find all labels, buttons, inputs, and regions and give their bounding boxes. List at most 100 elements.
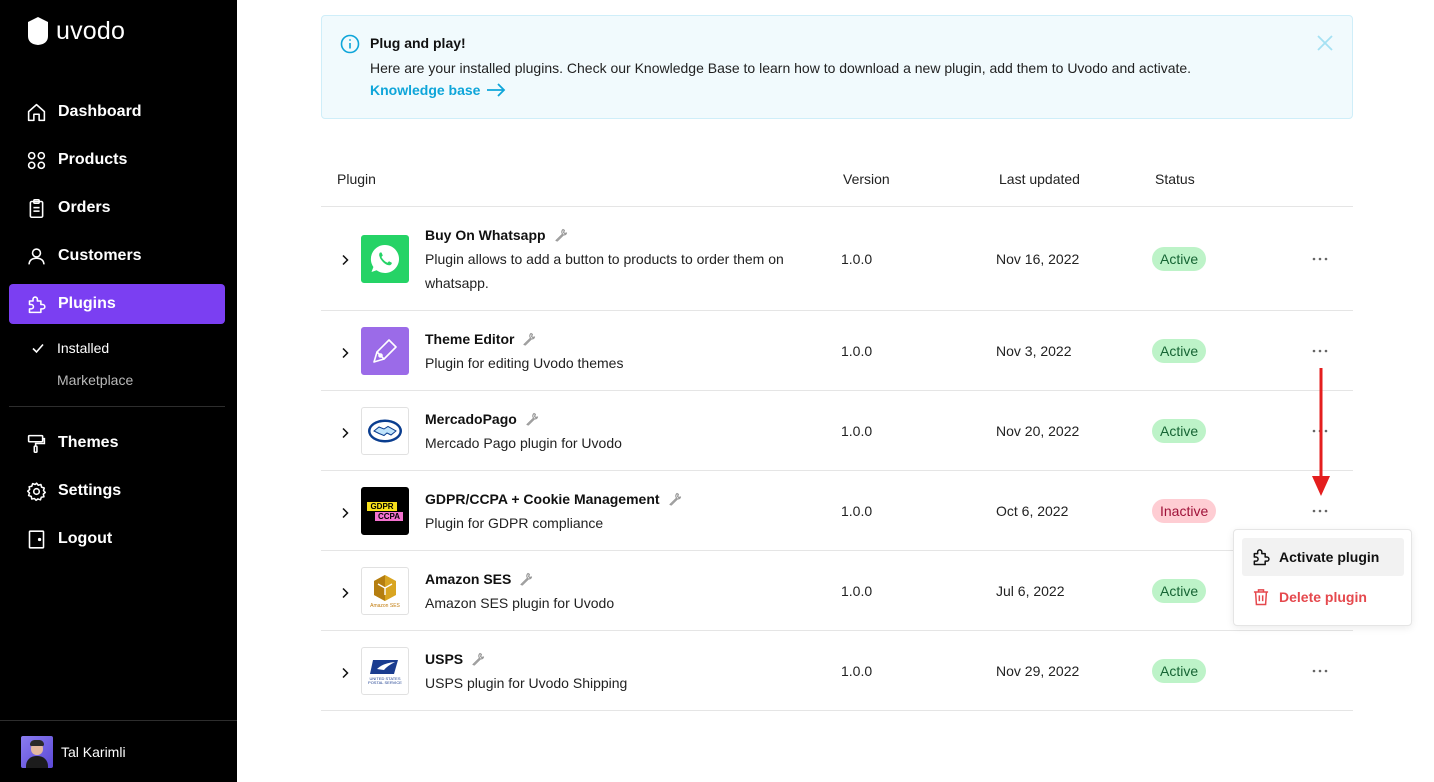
status-badge: Active [1152,339,1207,363]
grid-icon [27,151,46,169]
banner-title: Plug and play! [370,35,466,51]
activate-plugin-label: Activate plugin [1279,549,1380,565]
sidebar-item-label: Plugins [58,295,116,312]
activate-plugin-button[interactable]: Activate plugin [1242,538,1404,576]
subnav-item-label: Marketplace [57,372,134,388]
wrench-icon[interactable] [471,652,485,666]
status-badge: Active [1152,419,1207,443]
plugin-name-text: Amazon SES [425,571,512,587]
sidebar-item-label: Settings [58,482,122,499]
more-options-icon[interactable] [1311,668,1329,674]
chevron-right-icon[interactable] [339,507,351,519]
plugin-version: 1.0.0 [841,583,873,599]
info-banner: Plug and play! Here are your installed p… [321,15,1353,119]
wrench-icon[interactable] [554,228,568,242]
chevron-right-icon[interactable] [339,427,351,439]
arrow-right-icon [487,83,506,97]
sidebar-item-products[interactable]: Products [9,140,225,180]
plugin-version: 1.0.0 [841,663,873,679]
sidebar-divider [9,406,225,407]
user-name: Tal Karimli [61,743,126,760]
eagle-icon [370,660,398,674]
sidebar-item-customers[interactable]: Customers [9,236,225,276]
uvodo-logo-icon [28,17,48,45]
table-header: Plugin Version Last updated Status [321,150,1353,207]
chevron-right-icon[interactable] [339,587,351,599]
table-row[interactable]: Buy On Whatsapp Plugin allows to add a b… [321,207,1353,311]
plugin-description: Plugin allows to add a button to product… [425,251,784,291]
table-row[interactable]: Amazon SES Amazon SES Amazon SES plugin … [321,551,1353,631]
status-badge: Active [1152,247,1207,271]
wrench-icon[interactable] [668,492,682,506]
main-nav: Dashboard Products Orders Customers Plug… [9,92,225,567]
close-icon[interactable] [1316,34,1334,52]
sidebar-item-label: Products [58,151,128,168]
plugins-subnav: Installed Marketplace [9,332,225,396]
door-icon [28,529,45,549]
table-row[interactable]: Theme Editor Plugin for editing Uvodo th… [321,311,1353,391]
sidebar-item-orders[interactable]: Orders [9,188,225,228]
subnav-item-marketplace[interactable]: Marketplace [9,364,225,396]
subnav-item-label: Installed [57,340,110,356]
chevron-right-icon[interactable] [339,347,351,359]
more-options-icon[interactable] [1311,348,1329,354]
status-badge: Inactive [1152,499,1217,523]
plugin-description: Plugin for GDPR compliance [425,515,604,531]
table-row[interactable]: UNITED STATES POSTAL SERVICE USPS USPS p… [321,631,1353,711]
chevron-right-icon[interactable] [339,667,351,679]
plugin-name-text: USPS [425,651,464,667]
plugin-last-updated: Nov 29, 2022 [996,663,1080,679]
plugin-name: MercadoPago [425,411,539,427]
plugin-name: Amazon SES [425,571,533,587]
ccpa-logo-text: CCPA [374,511,404,521]
plugins-table: Plugin Version Last updated Status Buy O… [321,150,1353,711]
user-icon [28,247,45,264]
delete-plugin-button[interactable]: Delete plugin [1242,578,1404,616]
sidebar-item-settings[interactable]: Settings [9,471,225,511]
plugin-actions-menu: Activate plugin Delete plugin [1233,529,1412,626]
brand-name: uvodo [56,16,126,45]
plugin-version: 1.0.0 [841,343,873,359]
sidebar: uvodo Dashboard Products Orders Customer… [0,0,237,782]
sidebar-item-dashboard[interactable]: Dashboard [9,92,225,132]
wrench-icon[interactable] [522,332,536,346]
amazon-ses-icon [374,574,396,601]
table-row[interactable]: MercadoPago Mercado Pago plugin for Uvod… [321,391,1353,471]
usps-logo-text: POSTAL SERVICE [368,680,402,685]
sidebar-item-plugins[interactable]: Plugins [9,284,225,324]
gdpr-logo: GDPR CCPA [361,487,409,535]
plugin-version: 1.0.0 [841,251,873,267]
knowledge-base-link[interactable]: Knowledge base [370,82,506,98]
plugin-description: USPS plugin for Uvodo Shipping [425,675,628,691]
plugin-name: Theme Editor [425,331,536,347]
plugin-last-updated: Jul 6, 2022 [996,583,1065,599]
wrench-icon[interactable] [519,572,533,586]
plugin-name-text: Buy On Whatsapp [425,227,546,243]
sidebar-item-themes[interactable]: Themes [9,423,225,463]
sidebar-item-label: Customers [58,247,142,264]
chevron-right-icon[interactable] [339,254,351,266]
whatsapp-logo [361,235,409,283]
plugin-version: 1.0.0 [841,503,873,519]
plugin-last-updated: Nov 20, 2022 [996,423,1080,439]
plugin-last-updated: Nov 3, 2022 [996,343,1072,359]
mercadopago-logo [361,407,409,455]
plugin-last-updated: Nov 16, 2022 [996,251,1080,267]
annotation-arrow-icon [1312,368,1330,496]
column-header-last-updated: Last updated [999,171,1080,187]
subnav-item-installed[interactable]: Installed [9,332,225,364]
brand-logo[interactable]: uvodo [26,16,125,46]
sidebar-item-label: Logout [58,530,113,547]
theme-editor-logo [361,327,409,375]
more-options-icon[interactable] [1311,508,1329,514]
wrench-icon[interactable] [525,412,539,426]
plugin-description: Plugin for editing Uvodo themes [425,355,624,371]
sidebar-item-label: Themes [58,434,119,451]
sidebar-item-logout[interactable]: Logout [9,519,225,559]
avatar [21,735,53,768]
user-profile[interactable]: Tal Karimli [0,720,237,782]
clipboard-icon [29,198,44,218]
table-row[interactable]: GDPR CCPA GDPR/CCPA + Cookie Management … [321,471,1353,551]
more-options-icon[interactable] [1311,256,1329,262]
puzzle-icon [1253,549,1270,566]
